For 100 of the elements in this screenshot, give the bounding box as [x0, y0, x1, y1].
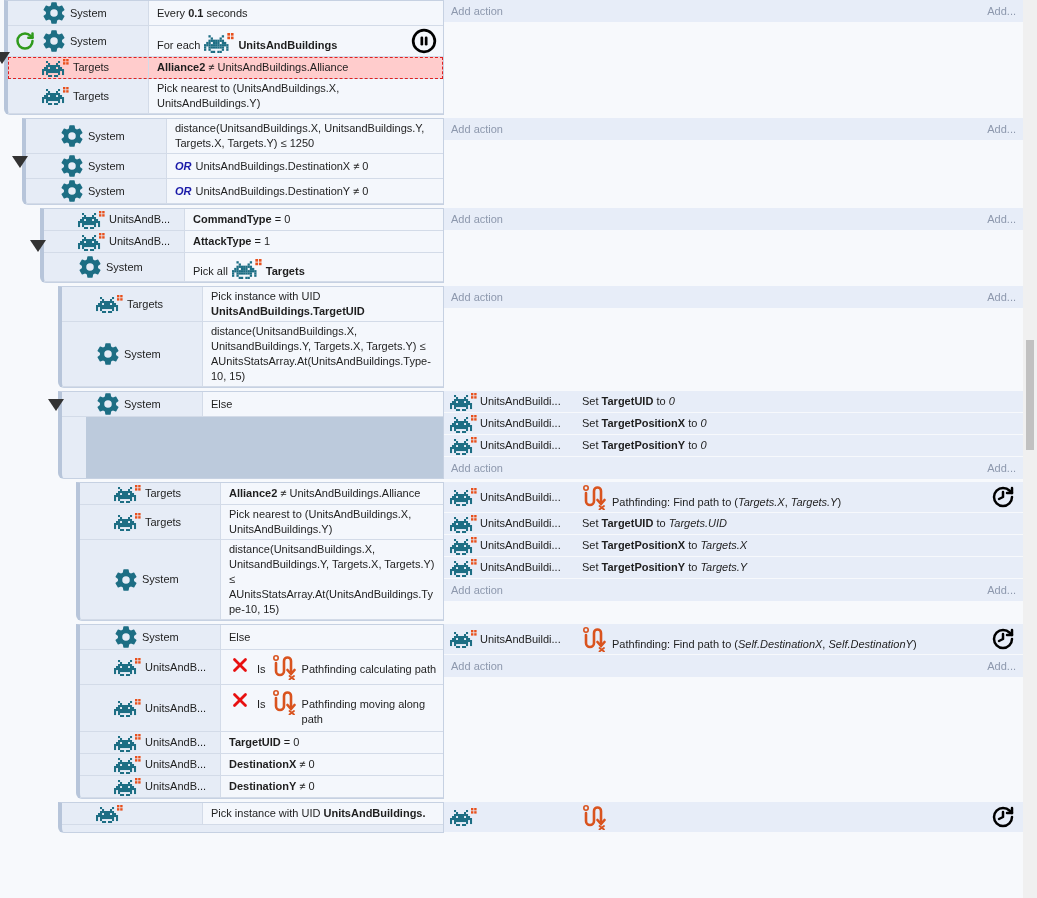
action-text: Set TargetUID to Targets.UID	[582, 517, 727, 530]
object-name: UnitsAndBuildi...	[480, 631, 561, 647]
condition-row[interactable]: System OR UnitsAndBuildings.DestinationY ≠ 0	[26, 179, 443, 204]
object-name: System	[142, 572, 179, 588]
action-text: Set TargetPositionX to Targets.X	[582, 539, 748, 552]
object-name: System	[70, 33, 107, 49]
invader-icon	[450, 808, 477, 826]
invader-icon	[114, 513, 141, 531]
collapse-triangle-icon[interactable]	[30, 239, 46, 252]
condition-text: Is	[257, 697, 266, 712]
condition-row[interactable]: System Every 0.1 seconds	[8, 1, 443, 26]
gear-icon	[60, 179, 84, 203]
condition-text: distance(UnitsandBuildings.X, UnitsandBuildings.Y, Targets.X, Targets.Y) ≤ AUnitsStatsArray.At(UnitsAndBuildings.Type-10, 15)	[229, 543, 435, 615]
object-name: UnitsAndBuildi...	[480, 416, 561, 432]
condition-row[interactable]: UnitsAndB... AttackType = 1	[44, 231, 443, 253]
action-text: Set TargetUID to 0	[582, 395, 675, 408]
object-name: Targets	[73, 60, 110, 76]
object-name: UnitsAndB...	[109, 234, 171, 250]
condition-row[interactable]: System For each UnitsAndBuildings	[8, 26, 443, 57]
object-name: UnitsAndBuildi...	[480, 560, 561, 576]
condition-row[interactable]: System distance(UnitsandBuildings.X, UnitsandBuildings.Y, Targets.X, Targets.Y) ≤ 1250	[26, 119, 443, 154]
condition-text: distance(UnitsandBuildings.X, UnitsandBuildings.Y, Targets.X, Targets.Y) ≤ AUnitsStatsArray.At(UnitsAndBuildings.Type-10, 15)	[211, 325, 431, 382]
invader-icon	[450, 392, 477, 411]
condition-row[interactable]: UnitsAndB... CommandType = 0	[44, 209, 443, 231]
object-name: System	[88, 158, 125, 174]
invader-icon	[114, 484, 141, 503]
invader-icon	[114, 777, 141, 796]
action-row[interactable]: UnitsAndBuildi... Set TargetPositionY to Targets.Y	[444, 557, 1023, 579]
or-keyword: OR	[175, 159, 192, 172]
scrollbar-thumb[interactable]	[1026, 340, 1034, 450]
condition-text: Pathfinding moving along path	[301, 697, 427, 727]
condition-text: For each	[157, 38, 201, 53]
action-row[interactable]: UnitsAndBuildi... Set TargetPositionX to 0	[444, 413, 1023, 435]
gear-icon	[114, 625, 138, 649]
action-row[interactable]: UnitsAndBuildi... Pathfinding: Find path to (Targets.X, Targets.Y)	[444, 482, 1023, 513]
invader-icon	[450, 558, 477, 577]
condition-row[interactable]: System Pick all Targets	[44, 253, 443, 282]
action-row[interactable]: UnitsAndBuildi... Set TargetPositionY to 0	[444, 435, 1023, 457]
gear-icon	[114, 567, 138, 592]
action-row[interactable]: UnitsAndBuildi... Set TargetPositionX to Targets.X	[444, 535, 1023, 557]
condition-row[interactable]: Targets Pick instance with UID UnitsAndBuildings.TargetUID	[62, 287, 443, 322]
condition-row[interactable]: UnitsAndB... Is Pathfinding calculating path	[80, 650, 443, 685]
object-name: UnitsAndB...	[145, 779, 207, 795]
invader-icon	[114, 733, 141, 752]
object-name: Targets	[145, 514, 182, 530]
condition-row[interactable]: System Else	[62, 392, 443, 417]
object-name: UnitsAndB...	[109, 212, 171, 228]
object-name: System	[70, 5, 107, 21]
path-icon	[271, 689, 296, 715]
invader-icon	[204, 33, 235, 53]
condition-text: Else	[211, 397, 233, 410]
condition-row[interactable]: Targets Alliance2 ≠ UnitsAndBuildings.Alliance	[8, 57, 443, 79]
object-name: Targets	[127, 296, 164, 312]
invader-icon	[450, 514, 477, 533]
condition-row[interactable]: System Else	[80, 625, 443, 650]
condition-row[interactable]: System OR UnitsAndBuildings.DestinationX ≠ 0	[26, 154, 443, 179]
condition-row[interactable]: Pick instance with UID UnitsAndBuildings.	[62, 803, 443, 825]
object-name: UnitsAndB...	[145, 757, 207, 773]
condition-text: Pick all	[193, 264, 228, 279]
condition-text: Pick instance with UID UnitsAndBuildings.TargetUID	[211, 290, 365, 317]
condition-row[interactable]: UnitsAndB... DestinationY ≠ 0	[80, 776, 443, 798]
condition-text: Pick instance with UID UnitsAndBuildings.	[211, 807, 426, 819]
invader-icon	[114, 658, 141, 676]
action-text: Set TargetPositionX to 0	[582, 417, 707, 430]
gear-icon	[42, 29, 66, 53]
condition-text: Pick nearest to (UnitsAndBuildings.X, UnitsAndBuildings.Y)	[157, 82, 340, 109]
condition-row[interactable]: UnitsAndB... Is Pathfinding moving along path	[80, 685, 443, 732]
path-icon	[271, 654, 296, 680]
condition-text: Alliance2 ≠ UnitsAndBuildings.Alliance	[157, 61, 349, 73]
action-row[interactable]	[444, 802, 1023, 833]
collapse-triangle-icon[interactable]	[12, 155, 28, 168]
gear-icon	[60, 124, 84, 148]
condition-row[interactable]: UnitsAndB... TargetUID = 0	[80, 732, 443, 754]
condition-text: DestinationX ≠ 0	[229, 758, 315, 770]
condition-text: Alliance2 ≠ UnitsAndBuildings.Alliance	[229, 487, 421, 499]
action-row[interactable]: UnitsAndBuildi... Pathfinding: Find path to (Self.DestinationX, Self.DestinationY)	[444, 624, 1023, 655]
condition-row[interactable]: Targets Pick nearest to (UnitsAndBuildings.X, UnitsAndBuildings.Y)	[80, 505, 443, 540]
path-icon	[582, 804, 606, 830]
object-name: System	[124, 346, 161, 362]
condition-row[interactable]: UnitsAndB... DestinationX ≠ 0	[80, 754, 443, 776]
action-text: Pathfinding: Find path to (Targets.X, Targets.Y)	[612, 494, 842, 510]
invader-icon	[114, 755, 141, 774]
object-name: System	[88, 128, 125, 144]
condition-text: Else	[229, 630, 251, 643]
object-name: System	[124, 396, 161, 412]
condition-row[interactable]: System distance(UnitsandBuildings.X, UnitsandBuildings.Y, Targets.X, Targets.Y) ≤ AUnitsStatsArray.At(UnitsAndBuildings.Type-10, 15)	[62, 322, 443, 387]
gear-icon	[96, 342, 120, 366]
gear-icon	[96, 392, 120, 416]
condition-text: distance(UnitsandBuildings.X, UnitsandBuildings.Y, Targets.X, Targets.Y) ≤ 1250	[175, 122, 425, 149]
pause-icon[interactable]	[411, 28, 437, 54]
object-name: Targets	[145, 486, 182, 502]
action-row[interactable]: UnitsAndBuildi... Set TargetUID to Targets.UID	[444, 513, 1023, 535]
condition-row[interactable]: System distance(UnitsandBuildings.X, UnitsandBuildings.Y, Targets.X, Targets.Y) ≤ AUnitsStatsArray.At(UnitsAndBuildings.Type-10, 15)	[80, 540, 443, 620]
object-name: Targets	[265, 264, 305, 279]
gear-icon	[60, 154, 84, 178]
action-row[interactable]: UnitsAndBuildi... Set TargetUID to 0	[444, 391, 1023, 413]
collapse-triangle-icon[interactable]	[48, 398, 64, 411]
condition-row[interactable]: Targets Alliance2 ≠ UnitsAndBuildings.Alliance	[80, 483, 443, 505]
scrollbar[interactable]	[1023, 0, 1037, 898]
condition-row[interactable]: Targets Pick nearest to (UnitsAndBuildings.X, UnitsAndBuildings.Y)	[8, 79, 443, 114]
